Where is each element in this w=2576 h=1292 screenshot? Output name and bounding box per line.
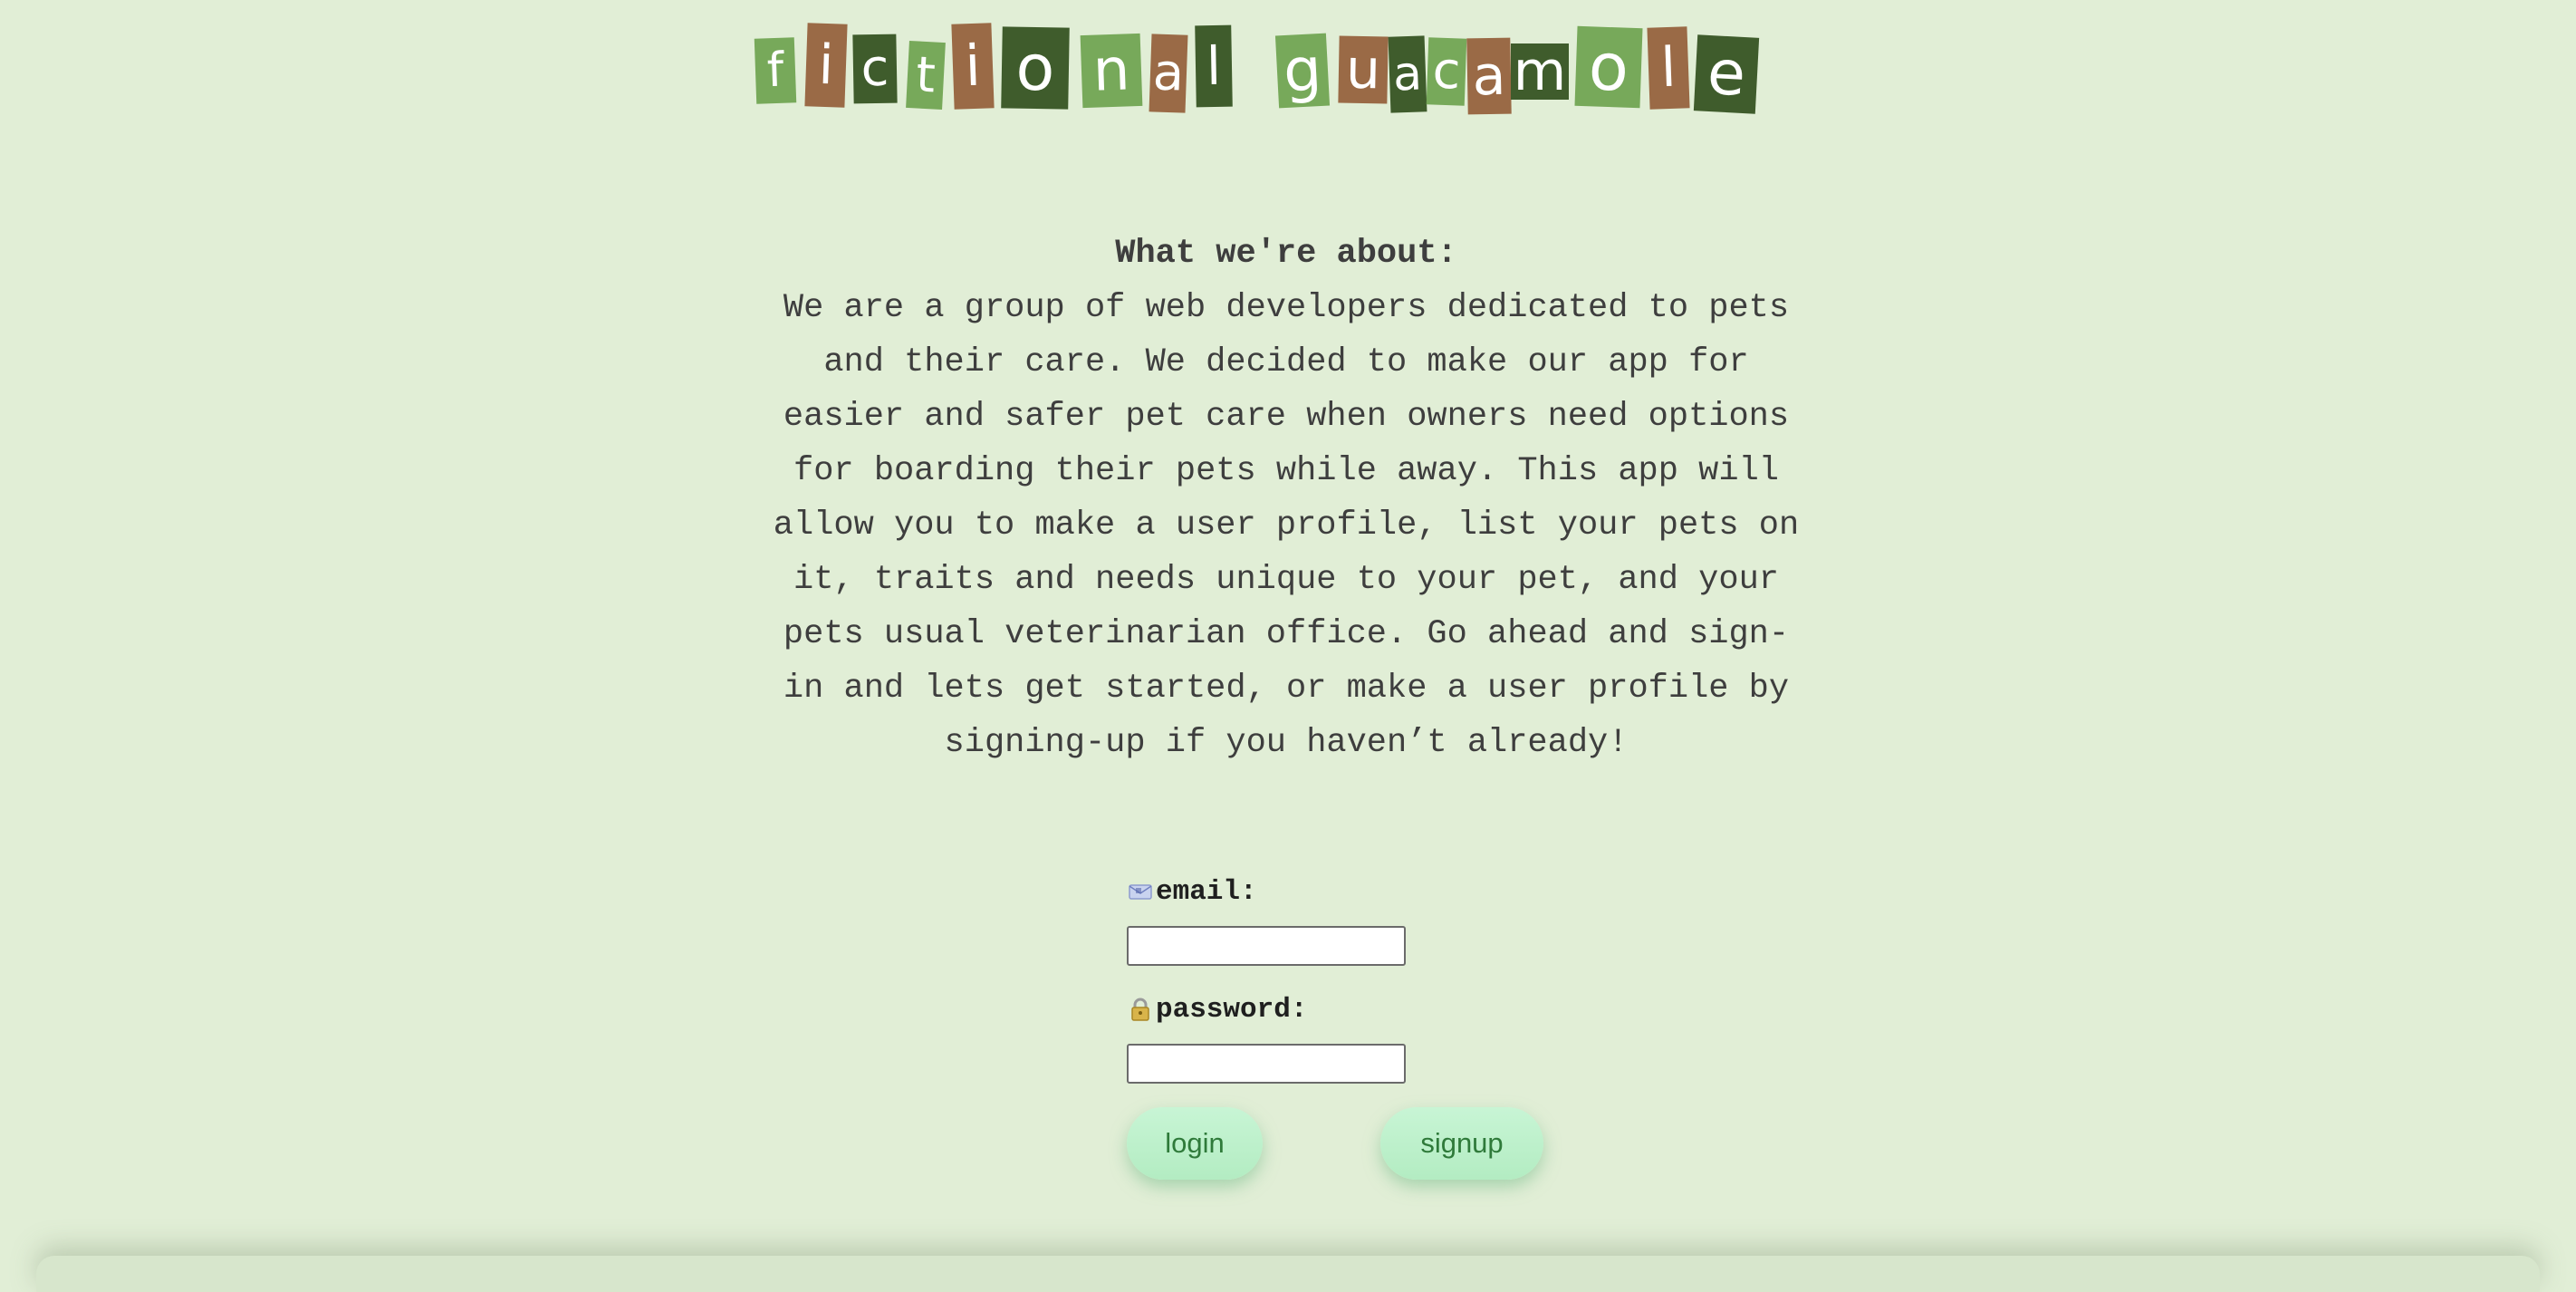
logo-letter-tile: t — [906, 41, 946, 110]
email-field[interactable] — [1127, 926, 1406, 966]
password-label-text: password: — [1156, 993, 1308, 1026]
logo-letter-tile: o — [1001, 26, 1070, 110]
logo-letter-tile: c — [1426, 37, 1467, 106]
email-label-text: email: — [1156, 875, 1257, 908]
footer-bar — [36, 1256, 2540, 1292]
logo-letter-tile: l — [1647, 26, 1690, 110]
site-logo: fictionalguacamole — [754, 20, 1824, 120]
logo-letter-tile: l — [1195, 24, 1233, 108]
email-label: email: — [1127, 872, 1580, 911]
login-button[interactable]: login — [1127, 1107, 1263, 1180]
password-field[interactable] — [1127, 1044, 1406, 1084]
about-body: We are a group of web developers dedicat… — [773, 289, 1800, 762]
logo-letter-tile: a — [1149, 34, 1188, 113]
logo-letter-tile: f — [754, 37, 797, 104]
logo-letter-tile: a — [1388, 35, 1427, 113]
about-section: What we're about: We are a group of web … — [743, 227, 1830, 770]
password-label: password: — [1127, 989, 1580, 1029]
logo-letter-tile: o — [1574, 25, 1643, 109]
envelope-icon — [1127, 878, 1154, 905]
logo-letter-tile: a — [1466, 37, 1512, 115]
logo-letter-tile: c — [852, 34, 898, 104]
login-form: email: password: login signup — [1127, 872, 1580, 1183]
logo-letter-tile: n — [1080, 33, 1143, 109]
form-buttons: login signup — [1127, 1107, 1580, 1183]
logo-letter-tile: g — [1274, 33, 1331, 109]
logo-letter-tile: m — [1511, 43, 1569, 100]
logo-letter-tile: u — [1338, 35, 1389, 104]
signup-button[interactable]: signup — [1380, 1107, 1543, 1180]
about-title: What we're about: — [1115, 235, 1457, 273]
logo-letter-tile: i — [951, 23, 995, 110]
logo-letter-tile: i — [804, 23, 848, 108]
lock-icon — [1127, 996, 1154, 1023]
logo-letter-tile: e — [1693, 34, 1760, 114]
